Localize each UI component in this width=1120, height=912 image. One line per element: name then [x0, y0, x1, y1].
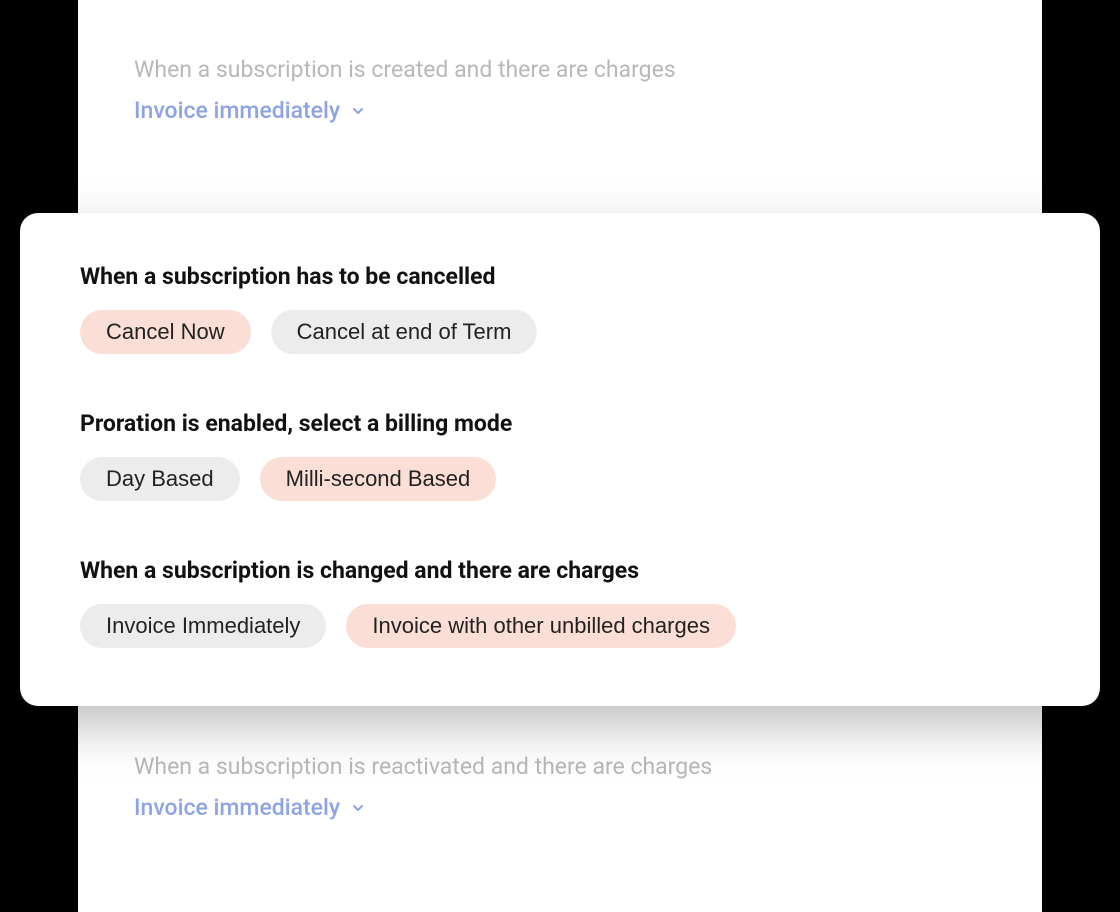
- change-charges-options: Invoice Immediately Invoice with other u…: [80, 604, 1040, 648]
- invoice-with-unbilled-option[interactable]: Invoice with other unbilled charges: [346, 604, 736, 648]
- cancellation-options: Cancel Now Cancel at end of Term: [80, 310, 1040, 354]
- cancellation-heading: When a subscription has to be cancelled: [80, 263, 1040, 290]
- proration-heading: Proration is enabled, select a billing m…: [80, 410, 1040, 437]
- chevron-down-icon: [350, 103, 366, 119]
- subscription-reactivated-section: When a subscription is reactivated and t…: [78, 753, 1042, 821]
- subscription-reactivated-label: When a subscription is reactivated and t…: [134, 753, 986, 780]
- invoice-immediately-option[interactable]: Invoice Immediately: [80, 604, 326, 648]
- proration-options: Day Based Milli-second Based: [80, 457, 1040, 501]
- chevron-down-icon: [350, 800, 366, 816]
- subscription-created-section: When a subscription is created and there…: [134, 56, 986, 124]
- cancellation-section: When a subscription has to be cancelled …: [80, 263, 1040, 354]
- change-charges-section: When a subscription is changed and there…: [80, 557, 1040, 648]
- subscription-reactivated-value: Invoice immediately: [134, 794, 340, 821]
- subscription-reactivated-dropdown[interactable]: Invoice immediately: [134, 794, 366, 821]
- subscription-created-label: When a subscription is created and there…: [134, 56, 986, 83]
- change-charges-heading: When a subscription is changed and there…: [80, 557, 1040, 584]
- cancel-end-of-term-option[interactable]: Cancel at end of Term: [271, 310, 538, 354]
- day-based-option[interactable]: Day Based: [80, 457, 240, 501]
- subscription-created-dropdown[interactable]: Invoice immediately: [134, 97, 366, 124]
- proration-section: Proration is enabled, select a billing m…: [80, 410, 1040, 501]
- cancel-now-option[interactable]: Cancel Now: [80, 310, 251, 354]
- settings-modal: When a subscription has to be cancelled …: [20, 213, 1100, 706]
- subscription-created-value: Invoice immediately: [134, 97, 340, 124]
- millisecond-based-option[interactable]: Milli-second Based: [260, 457, 497, 501]
